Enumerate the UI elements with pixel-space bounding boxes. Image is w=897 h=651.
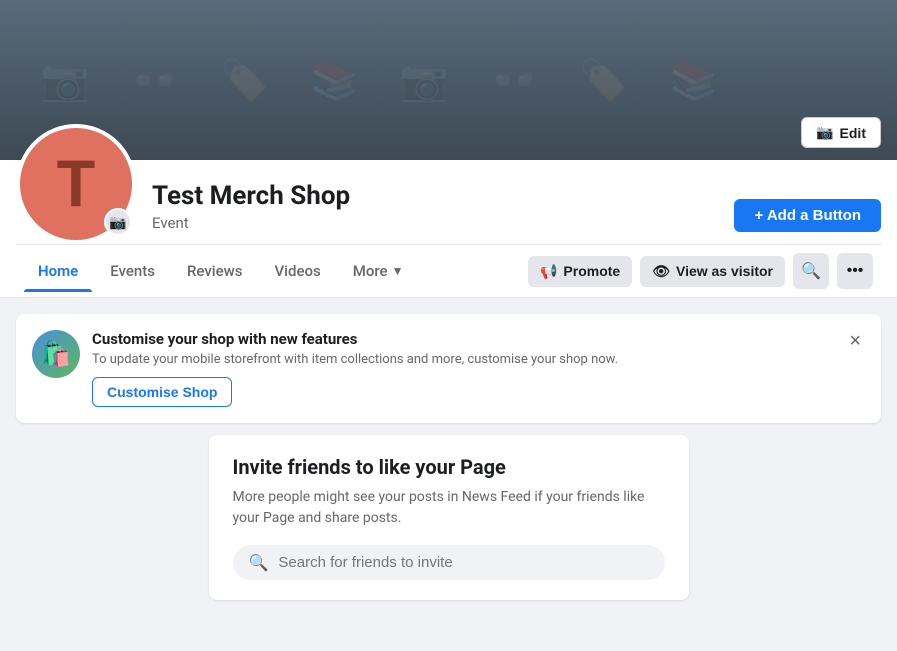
more-options-button[interactable]: ••• xyxy=(837,253,873,289)
customise-shop-label: Customise Shop xyxy=(107,384,217,400)
profile-name: Test Merch Shop xyxy=(152,181,718,212)
avatar-camera-button[interactable]: 📷 xyxy=(104,208,132,236)
tab-videos[interactable]: Videos xyxy=(261,250,335,292)
notification-icon-wrapper: 🛍️ xyxy=(32,330,80,378)
main-content: 🛍️ Customise your shop with new features… xyxy=(0,298,897,616)
tab-more[interactable]: More ▼ xyxy=(339,250,418,292)
profile-info: Test Merch Shop Event xyxy=(152,181,718,244)
profile-row: T 📷 Test Merch Shop Event + Add a Button xyxy=(16,160,881,244)
promote-button[interactable]: 📢 Promote xyxy=(528,256,632,287)
invite-title: Invite friends to like your Page xyxy=(233,455,665,479)
invite-search-icon: 🔍 xyxy=(249,553,269,572)
avatar-wrapper: T 📷 xyxy=(16,124,136,244)
chevron-down-icon: ▼ xyxy=(392,264,404,278)
eye-icon: 👁 xyxy=(652,263,670,280)
avatar-letter: T xyxy=(56,147,96,222)
notification-close-button[interactable]: × xyxy=(845,330,865,353)
megaphone-icon: 📢 xyxy=(540,263,557,280)
add-button-btn[interactable]: + Add a Button xyxy=(734,199,881,232)
notification-content: Customise your shop with new features To… xyxy=(92,330,833,407)
profile-section: T 📷 Test Merch Shop Event + Add a Button… xyxy=(0,160,897,298)
profile-type: Event xyxy=(152,214,718,232)
notification-icon: 🛍️ xyxy=(32,330,80,378)
search-nav-button[interactable]: 🔍 xyxy=(793,253,829,289)
notification-description: To update your mobile storefront with it… xyxy=(92,352,833,367)
add-button-label: + Add a Button xyxy=(754,207,861,224)
invite-search-input[interactable] xyxy=(278,554,648,571)
promote-label: Promote xyxy=(563,263,620,279)
ellipsis-icon: ••• xyxy=(847,262,864,280)
nav-tabs: Home Events Reviews Videos More ▼ 📢 Prom… xyxy=(16,244,881,297)
search-icon: 🔍 xyxy=(801,261,821,281)
invite-search-bar: 🔍 xyxy=(233,545,665,580)
close-icon: × xyxy=(849,330,861,352)
view-as-visitor-button[interactable]: 👁 View as visitor xyxy=(640,256,785,287)
tab-reviews[interactable]: Reviews xyxy=(173,250,257,292)
nav-actions: 📢 Promote 👁 View as visitor 🔍 ••• xyxy=(528,245,873,297)
notification-banner: 🛍️ Customise your shop with new features… xyxy=(16,314,881,423)
tab-home[interactable]: Home xyxy=(24,250,92,292)
camera-icon: 📷 xyxy=(816,124,833,141)
tab-events[interactable]: Events xyxy=(96,250,169,292)
edit-cover-label: Edit xyxy=(840,125,866,141)
edit-cover-button[interactable]: 📷 Edit xyxy=(801,117,881,148)
camera-small-icon: 📷 xyxy=(109,214,126,231)
invite-description: More people might see your posts in News… xyxy=(233,487,665,529)
customise-shop-button[interactable]: Customise Shop xyxy=(92,377,232,407)
invite-card: Invite friends to like your Page More pe… xyxy=(209,435,689,600)
view-as-visitor-label: View as visitor xyxy=(676,263,773,279)
profile-actions: + Add a Button xyxy=(734,199,881,244)
shop-icon: 🛍️ xyxy=(41,340,71,368)
notification-title: Customise your shop with new features xyxy=(92,330,833,348)
